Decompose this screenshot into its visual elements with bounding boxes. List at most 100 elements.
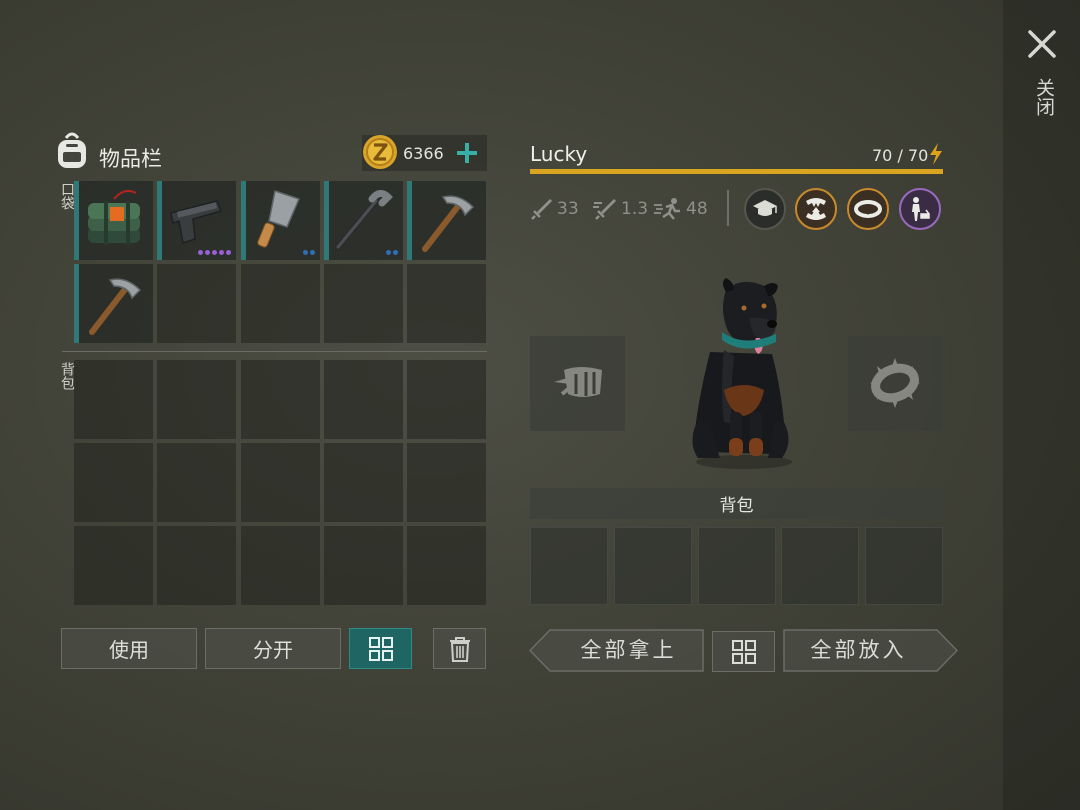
use-button[interactable]: 使用 [61,628,197,669]
inventory-slot[interactable] [157,264,236,343]
backpack-slot[interactable] [157,443,236,522]
sort-button[interactable] [349,628,412,669]
put-all-button[interactable]: 全部放入 [783,629,958,672]
dog-armor-icon [554,367,602,397]
backpack-slot[interactable] [407,526,486,605]
speed-stat: 1.3 [592,197,648,221]
running-icon [654,198,680,220]
backpack-slot[interactable] [241,360,320,439]
inventory-slot[interactable] [324,264,403,343]
sword-icon [531,199,552,220]
backpack-slot[interactable] [241,443,320,522]
take-all-label: 全部拿上 [580,638,677,662]
rarity-dots [198,250,231,255]
inventory-slot[interactable] [324,181,403,260]
backpack-slot[interactable] [74,443,153,522]
graduation-cap-icon [753,200,777,216]
grid-sort-icon [731,639,756,664]
pet-energy: 70 / 70 [872,146,929,165]
backpack-slot[interactable] [74,360,153,439]
rarity-dot [303,250,308,255]
energy-bar-fill [530,169,943,174]
inventory-slot[interactable] [407,181,486,260]
skill-fangs[interactable] [795,188,837,230]
rarity-dots [296,250,315,255]
backpack-icon [52,130,92,170]
backpack-slot[interactable] [324,360,403,439]
backpack-slot[interactable] [407,360,486,439]
backpack-slot[interactable] [324,526,403,605]
rarity-dots [386,250,398,255]
speed-value: 1.3 [621,199,649,219]
backpack-slot[interactable] [157,360,236,439]
add-coins-icon[interactable] [455,141,479,165]
pet-backpack-slot[interactable] [781,527,859,605]
coin-icon [362,134,398,170]
spiked-collar-icon [870,358,920,408]
split-button[interactable]: 分开 [205,628,341,669]
pet-dog-model [680,272,805,472]
attack-stat: 33 [530,197,579,221]
rarity-dot [386,250,391,255]
energy-icon [928,143,944,165]
pocket-label: 口袋 [59,182,75,210]
side-panel [1003,0,1080,810]
pet-backpack-slot[interactable] [698,527,776,605]
inventory-slot[interactable] [241,264,320,343]
rarity-dot [205,250,210,255]
rarity-dot [296,250,301,255]
delete-button[interactable] [433,628,486,669]
fangs-upgrade-icon [806,198,826,220]
backpack-slot[interactable] [324,443,403,522]
skill-collar[interactable] [847,188,889,230]
section-divider [62,351,487,352]
run-value: 48 [686,199,708,219]
pet-backpack-header: 背包 [530,488,943,519]
skill-education[interactable] [744,188,786,230]
inventory-title: 物品栏 [99,147,162,171]
pet-collar-slot[interactable] [848,336,943,431]
rarity-dot [393,250,398,255]
explosive-bundle-icon [88,190,140,245]
skill-trainer[interactable] [899,188,941,230]
rarity-dot [226,250,231,255]
collar-icon [854,200,882,218]
pickaxe-icon [89,278,142,335]
attack-value: 33 [557,199,579,219]
backpack-slot[interactable] [407,443,486,522]
backpack-slot[interactable] [157,526,236,605]
coin-amount: 6366 [403,144,444,163]
pistol-icon [170,200,223,244]
inventory-slot[interactable] [407,264,486,343]
pet-backpack-label: 背包 [719,496,754,516]
inventory-slot[interactable] [74,181,153,260]
pet-backpack-slot[interactable] [865,527,943,605]
close-icon[interactable] [1024,26,1060,62]
pet-backpack-slot[interactable] [530,527,608,605]
rarity-dot [310,250,315,255]
take-all-button[interactable]: 全部拿上 [529,629,704,672]
trainer-icon [912,197,930,221]
inventory-slot[interactable] [241,181,320,260]
pet-sort-button[interactable] [712,631,775,672]
attack-speed-icon [593,199,616,220]
pet-backpack-slot[interactable] [614,527,692,605]
inventory-slot[interactable] [74,264,153,343]
pet-name: Lucky [530,142,588,166]
pet-armor-slot[interactable] [530,336,625,431]
cleaver-icon [257,190,301,248]
put-all-label: 全部放入 [810,638,907,662]
energy-bar-track [530,169,943,174]
backpack-slot[interactable] [241,526,320,605]
grid-sort-icon [368,636,393,661]
inventory-slot[interactable] [157,181,236,260]
rarity-dot [219,250,224,255]
stats-divider [727,190,729,226]
backpack-slot[interactable] [74,526,153,605]
pickaxe-icon [422,195,475,252]
rarity-dot [198,250,203,255]
run-stat: 48 [653,197,708,221]
rarity-dot [212,250,217,255]
close-label[interactable]: 关闭 [1030,78,1055,116]
trash-icon [449,636,470,662]
